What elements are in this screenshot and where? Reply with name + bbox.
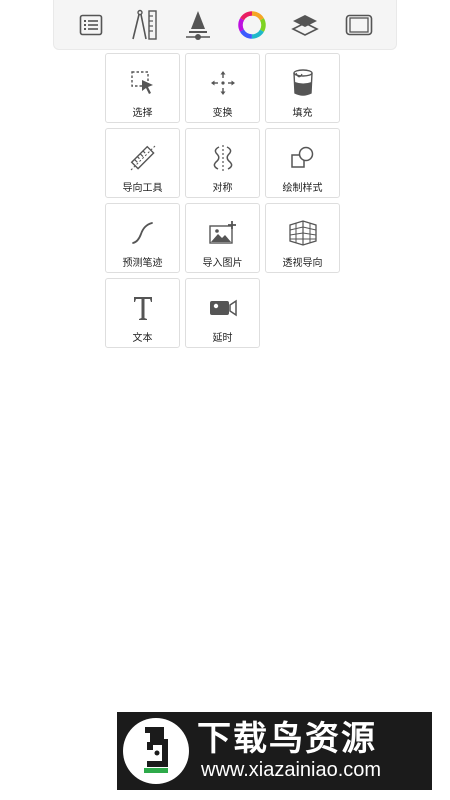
watermark-brand: 下载鸟资源 xyxy=(197,719,377,759)
selection-icon xyxy=(130,71,153,94)
brush-size-icon xyxy=(186,10,211,40)
import-image-icon xyxy=(208,221,236,244)
shapes-icon xyxy=(290,146,313,168)
tool-guides[interactable]: 导向工具 xyxy=(105,128,180,198)
tool-label: 导向工具 xyxy=(122,183,163,194)
color-picker-button[interactable] xyxy=(233,6,271,44)
stroke-curve-icon xyxy=(131,222,153,244)
tool-timelapse[interactable]: 延时 xyxy=(185,278,260,348)
tools-panel: 选择 变换 填充 导向工具 对称 绘制样式 预测笔迹 导入图片 透视导向 文本 … xyxy=(105,53,341,348)
video-camera-icon xyxy=(209,299,237,317)
tool-label: 导入图片 xyxy=(202,258,243,269)
canvas-frame-icon xyxy=(345,14,373,35)
tool-draw-style[interactable]: 绘制样式 xyxy=(265,128,340,198)
tool-select[interactable]: 选择 xyxy=(105,53,180,123)
layers-icon xyxy=(291,14,320,36)
tool-label: 选择 xyxy=(132,108,153,119)
tool-label: 绘制样式 xyxy=(282,183,323,194)
guides-button[interactable] xyxy=(126,6,164,44)
symmetry-icon xyxy=(213,145,232,171)
tool-label: 填充 xyxy=(292,108,313,119)
color-wheel-icon xyxy=(238,10,266,39)
tool-label: 变换 xyxy=(212,108,233,119)
tool-symmetry[interactable]: 对称 xyxy=(185,128,260,198)
move-icon xyxy=(210,71,235,95)
text-icon xyxy=(133,297,152,320)
tool-import-image[interactable]: 导入图片 xyxy=(185,203,260,273)
compass-ruler-icon xyxy=(131,9,157,40)
tool-fill[interactable]: 填充 xyxy=(265,53,340,123)
tool-stroke-prediction[interactable]: 预测笔迹 xyxy=(105,203,180,273)
watermark-url: www.xiazainiao.com xyxy=(201,759,382,781)
tool-label: 文本 xyxy=(132,333,153,344)
menu-list-button[interactable] xyxy=(72,6,110,44)
tool-label: 预测笔迹 xyxy=(122,258,163,269)
tool-label: 延时 xyxy=(212,333,233,344)
tool-transform[interactable]: 变换 xyxy=(185,53,260,123)
perspective-grid-icon xyxy=(288,220,317,246)
app-screen: 选择 变换 填充 导向工具 对称 绘制样式 预测笔迹 导入图片 透视导向 文本 … xyxy=(0,0,450,800)
xiazainiao-logo xyxy=(123,718,189,784)
canvas-button[interactable] xyxy=(340,6,378,44)
brush-size-button[interactable] xyxy=(179,6,217,44)
tool-perspective[interactable]: 透视导向 xyxy=(265,203,340,273)
tool-label: 透视导向 xyxy=(282,258,323,269)
tool-text[interactable]: 文本 xyxy=(105,278,180,348)
watermark-banner: 下载鸟资源 www.xiazainiao.com xyxy=(117,712,432,790)
ruler-icon xyxy=(130,145,155,171)
paint-bucket-icon xyxy=(292,69,313,96)
layers-button[interactable] xyxy=(286,6,324,44)
tool-label: 对称 xyxy=(212,183,233,194)
list-icon xyxy=(79,14,103,35)
top-toolbar xyxy=(53,0,397,50)
